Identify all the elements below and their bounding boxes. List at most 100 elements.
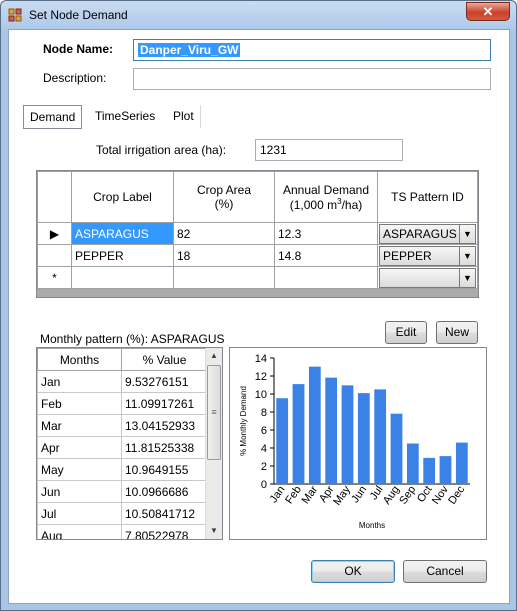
table-row[interactable]: Jan 9.53276151	[37, 370, 208, 393]
annual-demand-cell[interactable]: 14.8	[274, 244, 378, 267]
cancel-button[interactable]: Cancel	[403, 560, 487, 583]
tab-plot[interactable]: Plot	[167, 105, 201, 128]
chevron-down-icon[interactable]: ▼	[459, 246, 475, 265]
edit-button[interactable]: Edit	[385, 321, 427, 344]
bar	[406, 443, 419, 484]
x-tick-label: Mar	[300, 484, 321, 507]
value-cell[interactable]: 10.50841712	[121, 502, 208, 525]
month-cell[interactable]: May	[37, 458, 122, 481]
tab-demand[interactable]: Demand	[23, 105, 83, 129]
y-tick-label: 8	[261, 407, 267, 419]
y-axis-title: % Monthly Demand	[239, 386, 248, 456]
col-header-months[interactable]: Months	[37, 348, 122, 371]
new-row-indicator[interactable]: *	[37, 266, 72, 289]
y-tick-label: 14	[255, 353, 267, 365]
table-row[interactable]: Jun 10.0966686	[37, 480, 208, 503]
month-cell[interactable]: Apr	[37, 436, 122, 459]
monthly-values-table: Months % Value Jan 9.53276151 Feb 11.09917…	[37, 348, 208, 539]
y-tick-label: 0	[261, 479, 267, 491]
ts-pattern-combo[interactable]: ▼	[379, 267, 476, 288]
bar	[390, 413, 403, 484]
crop-label-cell[interactable]	[71, 266, 174, 289]
x-tick-label: May	[331, 483, 353, 507]
table-row[interactable]: Aug 7.80522978	[37, 524, 208, 539]
ts-pattern-combo[interactable]: PEPPER ▼	[379, 245, 476, 266]
chevron-down-icon[interactable]: ▼	[459, 224, 475, 243]
col-header-ts-pattern[interactable]: TS Pattern ID	[377, 171, 478, 223]
scroll-thumb[interactable]: ≡	[207, 365, 221, 460]
value-cell[interactable]: 10.0966686	[121, 480, 208, 503]
value-cell[interactable]: 10.9649155	[121, 458, 208, 481]
table-row[interactable]: Feb 11.09917261	[37, 392, 208, 415]
ts-pattern-cell[interactable]: PEPPER ▼	[377, 244, 478, 267]
bar	[423, 457, 436, 484]
total-area-label: Total irrigation area (ha):	[96, 143, 227, 157]
scroll-down-icon[interactable]: ▼	[206, 523, 222, 539]
crop-area-cell[interactable]: 18	[173, 244, 275, 267]
annual-demand-cell[interactable]	[274, 266, 378, 289]
month-cell[interactable]: Aug	[37, 524, 122, 539]
crop-area-cell[interactable]	[173, 266, 275, 289]
month-cell[interactable]: Jan	[37, 370, 122, 393]
bar	[455, 442, 468, 484]
value-cell[interactable]: 11.09917261	[121, 392, 208, 415]
x-tick-label: Jun	[349, 484, 369, 505]
table-row[interactable]: Mar 13.04152933	[37, 414, 208, 437]
new-button[interactable]: New	[436, 321, 478, 344]
close-icon: ✕	[482, 4, 494, 19]
month-cell[interactable]: Jun	[37, 480, 122, 503]
crop-label-cell[interactable]: PEPPER	[71, 244, 174, 267]
col-header-value[interactable]: % Value	[121, 348, 208, 371]
row-indicator[interactable]: ▶	[37, 222, 72, 245]
month-cell[interactable]: Feb	[37, 392, 122, 415]
ts-pattern-cell[interactable]: ▼	[377, 266, 478, 289]
table-row[interactable]: PEPPER 18 14.8 PEPPER ▼	[37, 244, 478, 267]
bar	[341, 385, 354, 484]
chevron-down-icon[interactable]: ▼	[459, 268, 475, 287]
table-row[interactable]: Jul 10.50841712	[37, 502, 208, 525]
node-name-value: Danper_Viru_GW	[138, 43, 241, 57]
month-cell[interactable]: Mar	[37, 414, 122, 437]
x-tick-label: Sep	[397, 484, 418, 507]
monthly-demand-chart: 0 2 4 6 8 10 12 14 Jan Feb Mar Apr May Jun Jul Aug Sep Oc…	[229, 347, 487, 540]
table-row-new[interactable]: * ▼	[37, 266, 478, 289]
table-row[interactable]: May 10.9649155	[37, 458, 208, 481]
ts-pattern-combo[interactable]: ASPARAGUS ▼	[379, 223, 476, 244]
y-tick-label: 2	[261, 461, 267, 473]
row-indicator[interactable]	[37, 244, 72, 267]
description-input[interactable]	[133, 68, 491, 90]
close-button[interactable]: ✕	[466, 2, 510, 21]
value-cell[interactable]: 9.53276151	[121, 370, 208, 393]
crop-area-cell[interactable]: 82	[173, 222, 275, 245]
crop-label-cell[interactable]: ASPARAGUS	[71, 222, 174, 245]
x-tick-label: Nov	[430, 483, 451, 506]
monthly-list-scrollbar[interactable]: ▲ ≡ ▼	[205, 348, 222, 539]
scroll-up-icon[interactable]: ▲	[206, 348, 222, 364]
grip-icon: ≡	[211, 407, 217, 417]
ts-pattern-value: PEPPER	[383, 248, 432, 263]
app-icon	[8, 8, 22, 22]
x-tick-label: Feb	[283, 484, 304, 506]
title-bar: Set Node Demand ✕	[1, 1, 516, 29]
annual-demand-cell[interactable]: 12.3	[274, 222, 378, 245]
bar	[374, 389, 387, 484]
y-tick-label: 6	[261, 425, 267, 437]
ts-pattern-cell[interactable]: ASPARAGUS ▼	[377, 222, 478, 245]
x-tick-label: Dec	[446, 483, 467, 506]
value-cell[interactable]: 11.81525338	[121, 436, 208, 459]
total-area-input[interactable]: 1231	[255, 139, 403, 161]
table-row[interactable]: Apr 11.81525338	[37, 436, 208, 459]
node-name-input[interactable]: Danper_Viru_GW	[133, 39, 491, 61]
col-header-annual-demand[interactable]: Annual Demand (1,000 m3/ha)	[274, 171, 378, 223]
table-row[interactable]: ▶ ASPARAGUS 82 12.3 ASPARAGUS ▼	[37, 222, 478, 245]
col-header-crop-label[interactable]: Crop Label	[71, 171, 174, 223]
col-header-crop-area[interactable]: Crop Area (%)	[173, 171, 275, 223]
month-cell[interactable]: Jul	[37, 502, 122, 525]
ok-button[interactable]: OK	[311, 560, 395, 583]
value-cell[interactable]: 13.04152933	[121, 414, 208, 437]
tab-timeseries[interactable]: TimeSeries	[89, 105, 162, 128]
bar	[357, 393, 370, 484]
value-cell[interactable]: 7.80522978	[121, 524, 208, 539]
bar	[276, 398, 289, 484]
y-tick-label: 12	[255, 371, 267, 383]
